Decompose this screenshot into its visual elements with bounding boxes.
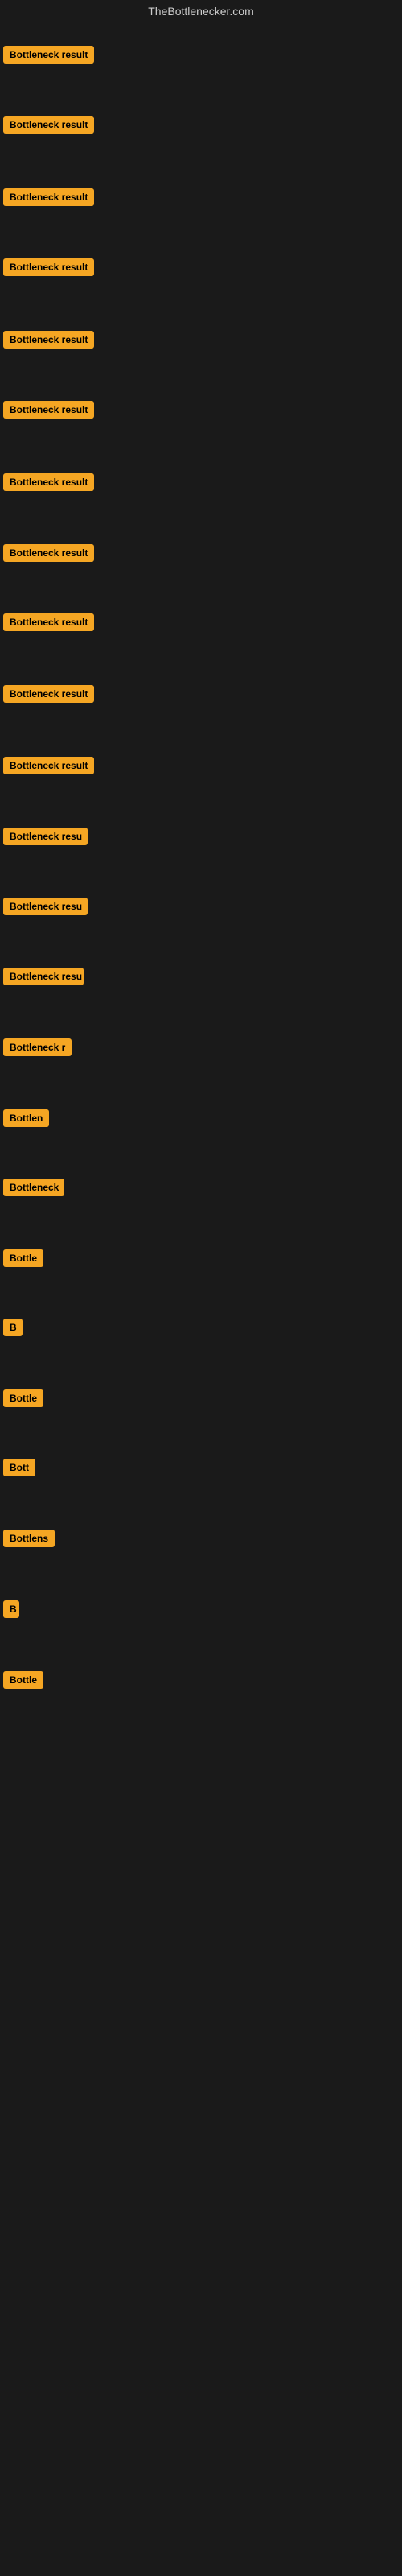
bottleneck-badge-4[interactable]: Bottleneck result — [3, 331, 94, 349]
result-row-7: Bottleneck result — [3, 544, 94, 566]
result-row-20: Bott — [3, 1459, 35, 1480]
bottleneck-badge-22[interactable]: B — [3, 1600, 19, 1618]
bottleneck-badge-20[interactable]: Bott — [3, 1459, 35, 1476]
bottleneck-badge-3[interactable]: Bottleneck result — [3, 258, 94, 276]
bottleneck-badge-10[interactable]: Bottleneck result — [3, 757, 94, 774]
bottleneck-badge-8[interactable]: Bottleneck result — [3, 613, 94, 631]
result-row-10: Bottleneck result — [3, 757, 94, 778]
result-row-12: Bottleneck resu — [3, 898, 88, 919]
bottleneck-badge-7[interactable]: Bottleneck result — [3, 544, 94, 562]
site-title: TheBottlenecker.com — [0, 0, 402, 26]
bottleneck-badge-14[interactable]: Bottleneck r — [3, 1038, 72, 1056]
bottleneck-badge-11[interactable]: Bottleneck resu — [3, 828, 88, 845]
result-row-2: Bottleneck result — [3, 188, 94, 210]
result-row-21: Bottlens — [3, 1530, 55, 1551]
bottleneck-badge-13[interactable]: Bottleneck resu — [3, 968, 84, 985]
bottleneck-badge-1[interactable]: Bottleneck result — [3, 116, 94, 134]
bottleneck-badge-2[interactable]: Bottleneck result — [3, 188, 94, 206]
result-row-1: Bottleneck result — [3, 116, 94, 138]
page-wrapper: TheBottlenecker.com Bottleneck result Bot… — [0, 0, 402, 2576]
result-row-19: Bottle — [3, 1389, 43, 1411]
bottleneck-badge-23[interactable]: Bottle — [3, 1671, 43, 1689]
result-row-5: Bottleneck result — [3, 401, 94, 423]
bottleneck-badge-5[interactable]: Bottleneck result — [3, 401, 94, 419]
result-row-8: Bottleneck result — [3, 613, 94, 635]
result-row-23: Bottle — [3, 1671, 43, 1693]
result-row-15: Bottlen — [3, 1109, 49, 1131]
result-row-4: Bottleneck result — [3, 331, 94, 353]
result-row-17: Bottle — [3, 1249, 43, 1271]
result-row-18: B — [3, 1319, 23, 1340]
result-row-11: Bottleneck resu — [3, 828, 88, 849]
result-row-14: Bottleneck r — [3, 1038, 72, 1060]
result-row-22: B — [3, 1600, 19, 1622]
bottleneck-badge-16[interactable]: Bottleneck — [3, 1179, 64, 1196]
bottleneck-badge-9[interactable]: Bottleneck result — [3, 685, 94, 703]
result-row-9: Bottleneck result — [3, 685, 94, 707]
bottleneck-badge-15[interactable]: Bottlen — [3, 1109, 49, 1127]
result-row-3: Bottleneck result — [3, 258, 94, 280]
result-row-16: Bottleneck — [3, 1179, 64, 1200]
bottleneck-badge-17[interactable]: Bottle — [3, 1249, 43, 1267]
bottleneck-badge-6[interactable]: Bottleneck result — [3, 473, 94, 491]
bottleneck-badge-18[interactable]: B — [3, 1319, 23, 1336]
bottleneck-badge-12[interactable]: Bottleneck resu — [3, 898, 88, 915]
bottleneck-badge-21[interactable]: Bottlens — [3, 1530, 55, 1547]
result-row-13: Bottleneck resu — [3, 968, 84, 989]
bottleneck-badge-19[interactable]: Bottle — [3, 1389, 43, 1407]
bottleneck-badge-0[interactable]: Bottleneck result — [3, 46, 94, 64]
result-row-0: Bottleneck result — [3, 46, 94, 68]
result-row-6: Bottleneck result — [3, 473, 94, 495]
